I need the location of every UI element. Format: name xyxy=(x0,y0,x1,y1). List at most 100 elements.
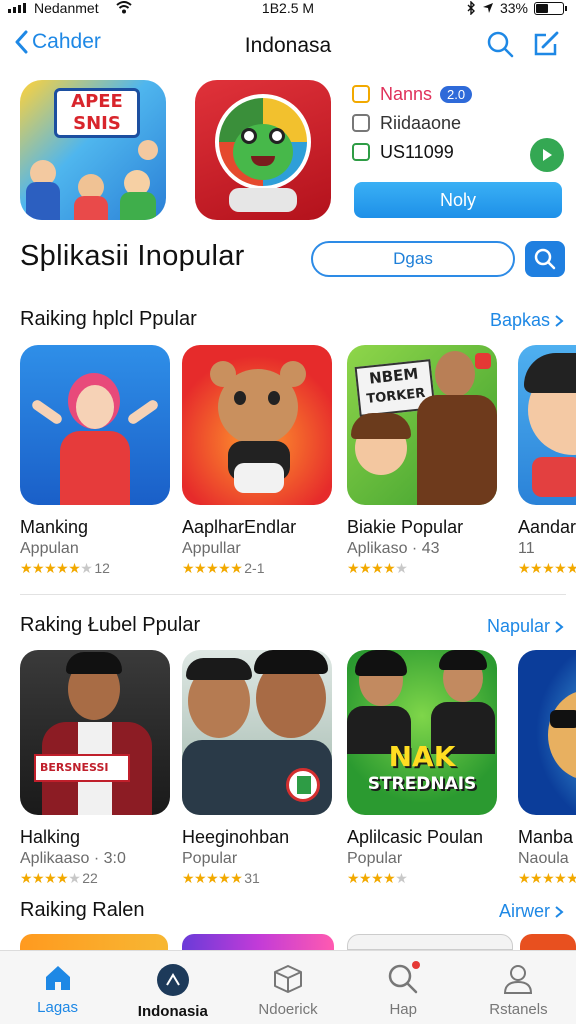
nav-bar: Cahder Indonasa xyxy=(0,26,576,66)
see-all-label: Napular xyxy=(486,616,550,636)
rating-stars: ★★★★★ xyxy=(347,560,408,576)
section-link-2[interactable]: Napular xyxy=(487,616,564,637)
rating-stars: ★★★★★★ 12 xyxy=(20,560,110,576)
thumb-text-nak: NAK xyxy=(388,740,456,773)
home-icon xyxy=(45,966,70,990)
app-thumbnail xyxy=(182,345,332,505)
tab-label: Rstanels xyxy=(489,1001,548,1018)
rating-stars: ★★★★★ xyxy=(518,870,576,886)
app-thumbnail xyxy=(20,345,170,505)
app-card[interactable]: Heeginohban Popular ★★★★★ 31 xyxy=(182,650,332,887)
tab-lagas[interactable]: Lagas xyxy=(0,951,115,1024)
search-icon xyxy=(534,248,556,270)
tab-rstanels[interactable]: Rstanels xyxy=(461,951,576,1024)
play-icon xyxy=(543,149,552,161)
section-link-3[interactable]: Airwer xyxy=(499,901,564,922)
rating-stars: ★★★★★ xyxy=(347,870,408,886)
app-category: Naoula xyxy=(518,850,569,867)
developer-icon xyxy=(352,114,370,132)
app-thumbnail xyxy=(518,345,576,505)
location-icon xyxy=(482,3,493,13)
wallet-icon xyxy=(352,143,370,161)
chevron-right-icon xyxy=(555,905,564,918)
section-link-1[interactable]: Bapkas xyxy=(490,310,564,331)
app-thumbnail xyxy=(182,650,332,815)
rating-stars: ★★★★★ xyxy=(518,560,576,576)
app-category: 11 xyxy=(518,540,535,557)
battery-icon xyxy=(534,1,567,15)
compose-icon[interactable] xyxy=(532,30,560,58)
see-all-label: Bapkas xyxy=(489,310,550,330)
rating-stars: ★★★★★ 2-1 xyxy=(182,560,265,576)
app-name: Heeginohban xyxy=(182,827,290,847)
rating-stars: ★★★★★ 22 xyxy=(20,870,98,886)
app-category: Aplikaso · 43 xyxy=(347,540,440,557)
tab-indonasia[interactable]: Indonasia xyxy=(115,951,230,1024)
thumb-text-banner: BERSNESSI xyxy=(40,761,109,774)
box-icon xyxy=(274,965,302,993)
app-category: Aplikaaso · 3:0 xyxy=(20,850,126,867)
tab-label: Lagas xyxy=(37,999,79,1016)
app-card[interactable]: NBEM TORKER Biakie Popular Aplikaso · 43… xyxy=(347,345,497,577)
app-card[interactable]: NAK STREDNAIS Aplilcasic Poulan Popular … xyxy=(347,650,497,887)
get-button[interactable]: Noly xyxy=(354,182,562,218)
character-group xyxy=(26,140,160,220)
notification-dot xyxy=(411,961,420,969)
rating-count: 22 xyxy=(82,870,98,886)
app-card[interactable]: BERSNESSI Halking Aplikaaso · 3:0 ★★★★★ 2… xyxy=(20,650,170,887)
bluetooth-icon xyxy=(467,1,475,15)
chevron-right-icon xyxy=(555,314,564,327)
thumb-text-strednais: STREDNAIS xyxy=(367,774,477,794)
app-thumbnail-peek[interactable] xyxy=(20,934,168,950)
app-name: Biakie Popular xyxy=(347,517,464,537)
play-button[interactable] xyxy=(530,138,564,172)
featured-app-info: Nanns 2.0 Riidaaone US11099 Noly xyxy=(352,80,564,218)
person-icon xyxy=(504,965,533,994)
tab-label: Indonasia xyxy=(137,1003,208,1020)
section-divider xyxy=(20,594,566,595)
section-main-title: Sþlikasii Inopular xyxy=(20,240,245,272)
app-name: AaplharEndlar xyxy=(182,517,297,537)
app-card[interactable]: AaplharEndlar Appullar ★★★★★ 2-1 xyxy=(182,345,332,577)
rating-count: 31 xyxy=(244,870,260,886)
search-button[interactable] xyxy=(525,241,565,277)
tab-label: Ndoerick xyxy=(258,1001,318,1018)
section-title-3: Raiking Ralen xyxy=(20,899,145,921)
app-card[interactable]: Manking Appulan ★★★★★★ 12 xyxy=(20,345,170,577)
app-thumbnail-peek[interactable] xyxy=(520,934,576,950)
tab-label: Hap xyxy=(389,1001,417,1018)
banner-text-line-1: APEE xyxy=(71,91,123,112)
banner-text-line-2: SNIS xyxy=(73,113,121,134)
tab-hap[interactable]: Hap xyxy=(346,951,461,1024)
tab-ndoerick[interactable]: Ndoerick xyxy=(230,951,345,1024)
app-name: Manba xyxy=(518,827,574,847)
app-name: Aandar xyxy=(518,517,576,537)
see-all-label: Airwer xyxy=(498,901,550,921)
app-category: Popular xyxy=(347,850,403,867)
developer-name: Riidaaone xyxy=(380,112,462,133)
app-name: Nanns xyxy=(380,83,433,104)
app-thumbnail-peek[interactable] xyxy=(182,934,334,950)
tag-icon xyxy=(352,85,370,103)
app-card[interactable]: Aandar 11 ★★★★★ xyxy=(518,345,576,577)
featured-app-icon[interactable] xyxy=(195,80,331,220)
app-category: Appulan xyxy=(20,540,79,557)
app-name: Aplilcasic Poulan xyxy=(347,827,484,847)
chevron-right-icon xyxy=(555,620,564,633)
app-thumbnail: BERSNESSI xyxy=(20,650,170,815)
app-row-1: Manking Appulan ★★★★★★ 12 AaplharEndlar A… xyxy=(0,345,576,585)
version-badge: 2.0 xyxy=(440,85,473,103)
search-icon[interactable] xyxy=(486,30,514,58)
featured-app: APEE SNIS Nanns 2.0 Riidaaone US11099 No… xyxy=(0,80,576,230)
app-name: Halking xyxy=(20,827,81,847)
app-category: Appullar xyxy=(182,540,241,557)
tab-bar: Lagas Indonasia Ndoerick Hap Rstanels xyxy=(0,950,576,1024)
category-search-pill[interactable]: Dgas xyxy=(311,241,515,277)
app-row-2: BERSNESSI Halking Aplikaaso · 3:0 ★★★★★ 2… xyxy=(0,650,576,890)
app-thumbnail: NBEM TORKER xyxy=(347,345,497,505)
app-card[interactable]: Manba Naoula ★★★★★ xyxy=(518,650,576,887)
status-bar: Nedanmet 1B2.5 M 33% xyxy=(0,0,576,18)
battery-percent: 33% xyxy=(499,0,528,16)
app-thumbnail-peek[interactable] xyxy=(347,934,513,950)
featured-banner-image[interactable]: APEE SNIS xyxy=(20,80,166,220)
